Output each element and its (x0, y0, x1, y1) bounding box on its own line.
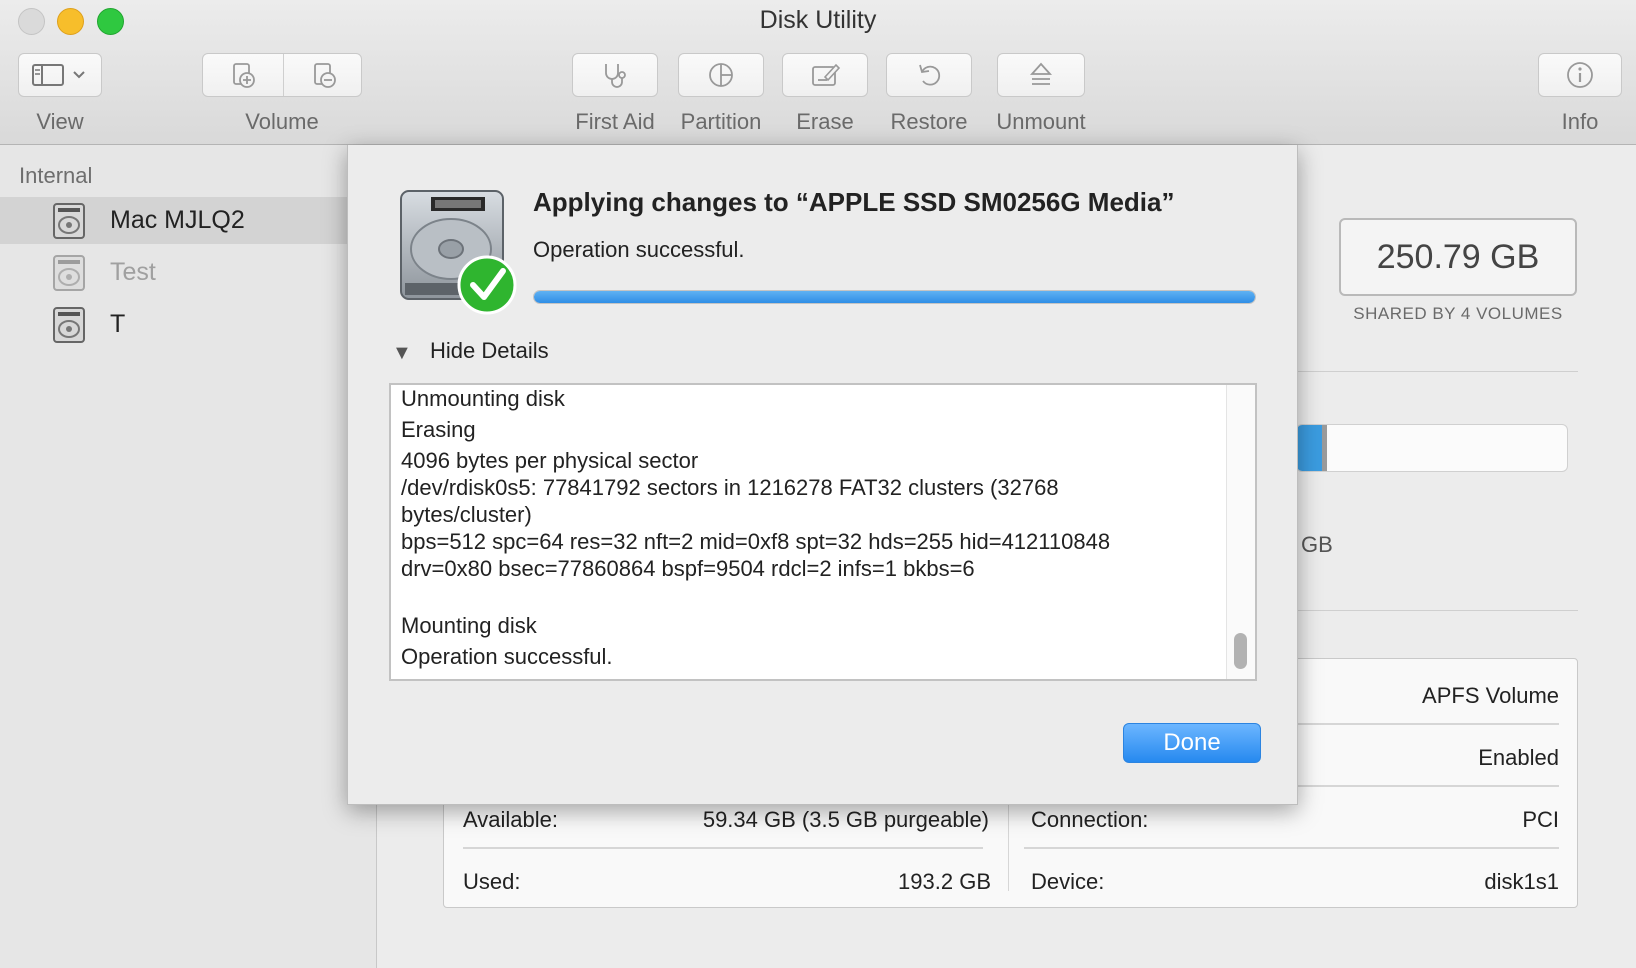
hard-drive-icon (53, 202, 85, 239)
hard-disk-success-icon (400, 190, 517, 315)
device-label: Device: (1031, 869, 1105, 894)
divider (1296, 610, 1578, 611)
info-button[interactable] (1538, 53, 1622, 97)
add-volume-button[interactable] (203, 54, 283, 96)
erase-label: Erase (796, 109, 854, 134)
used-label: Used: (463, 869, 521, 894)
remove-volume-icon (313, 63, 336, 88)
log-scrollbar[interactable] (1226, 385, 1255, 679)
hard-drive-icon (53, 254, 85, 291)
eject-icon (1029, 62, 1053, 85)
sidebar-section-internal: Internal (19, 163, 93, 188)
view-label: View (36, 109, 84, 134)
device-value: disk1s1 (1484, 869, 1559, 894)
dialog-title: Applying changes to “APPLE SSD SM0256G M… (533, 187, 1175, 217)
sidebar-item-t[interactable]: T (0, 301, 376, 348)
details-log[interactable]: Unmounting disk Erasing 4096 bytes per p… (389, 383, 1257, 681)
divider (1296, 371, 1578, 372)
row-divider (463, 847, 983, 849)
sidebar-item-test[interactable]: Test (0, 249, 376, 296)
view-button[interactable] (18, 53, 102, 97)
unmount-label: Unmount (996, 109, 1086, 134)
progress-bar (533, 290, 1256, 304)
row-divider (1024, 847, 1559, 849)
window-title: Disk Utility (759, 6, 877, 34)
info-label: Info (1561, 109, 1599, 134)
column-divider (1008, 799, 1009, 891)
usage-size-fragment: GB (1301, 532, 1333, 557)
usage-bar-fill (1297, 425, 1327, 471)
connection-value: PCI (1522, 807, 1559, 832)
log-line: Operation successful. (401, 644, 613, 669)
log-line: drv=0x80 bsec=77860864 bspf=9504 rdcl=2 … (401, 556, 975, 581)
sidebar-item-label: Test (110, 258, 156, 286)
erase-button[interactable] (782, 53, 868, 97)
toolbar: Disk Utility View Volume First Aid Parti… (0, 0, 1636, 145)
log-lines: Unmounting disk Erasing 4096 bytes per p… (401, 385, 1215, 671)
hide-details-toggle[interactable]: Hide Details (430, 338, 549, 364)
partition-button[interactable] (678, 53, 764, 97)
usage-bar (1296, 424, 1568, 472)
available-value: 59.34 GB (3.5 GB purgeable) (702, 807, 989, 832)
sidebar: Internal Mac MJLQ2 Test T (0, 145, 377, 968)
capacity-value: 250.79 GB (1339, 218, 1577, 296)
type-value: APFS Volume (1422, 683, 1559, 708)
owners-value: Enabled (1478, 745, 1559, 770)
log-scrollbar-thumb[interactable] (1234, 633, 1247, 669)
log-line: Unmounting disk (401, 386, 565, 411)
connection-label: Connection: (1031, 807, 1149, 832)
progress-sheet: Applying changes to “APPLE SSD SM0256G M… (347, 145, 1298, 805)
first-aid-label: First Aid (575, 109, 655, 134)
sidebar-item-label: Mac MJLQ2 (110, 206, 245, 234)
available-label: Available: (463, 807, 558, 832)
used-value: 193.2 GB (898, 869, 991, 894)
info-icon (1567, 62, 1593, 88)
volume-segment (202, 53, 362, 97)
log-line: Mounting disk (401, 613, 537, 638)
restore-label: Restore (890, 109, 968, 134)
sidebar-item-mac-mjlq2[interactable]: Mac MJLQ2 (0, 197, 376, 244)
done-button[interactable]: Done (1123, 723, 1261, 763)
log-line: /dev/rdisk0s5: 77841792 sectors in 12162… (401, 475, 1059, 527)
volume-label: Volume (245, 109, 319, 134)
capacity-subtitle: SHARED BY 4 VOLUMES (1353, 304, 1563, 323)
disclosure-triangle-icon[interactable]: ▼ (392, 342, 412, 365)
restore-arrow-icon (919, 64, 941, 86)
unmount-button[interactable] (997, 53, 1085, 97)
pie-partition-icon (709, 63, 733, 87)
log-line: bps=512 spc=64 res=32 nft=2 mid=0xf8 spt… (401, 529, 1111, 554)
hard-drive-icon (53, 306, 85, 343)
sidebar-item-label: T (110, 310, 126, 338)
dialog-status: Operation successful. (533, 237, 745, 262)
partition-label: Partition (680, 109, 762, 134)
stethoscope-icon (605, 64, 626, 88)
erase-pencil-icon (812, 63, 841, 86)
log-line: 4096 bytes per physical sector (401, 448, 699, 473)
progress-bar-fill (534, 291, 1255, 303)
log-line: Erasing (401, 417, 476, 442)
restore-button[interactable] (886, 53, 972, 97)
sidebar-toggle-icon (32, 64, 85, 86)
add-volume-icon (233, 63, 255, 88)
remove-volume-button[interactable] (284, 54, 363, 96)
first-aid-button[interactable] (572, 53, 658, 97)
